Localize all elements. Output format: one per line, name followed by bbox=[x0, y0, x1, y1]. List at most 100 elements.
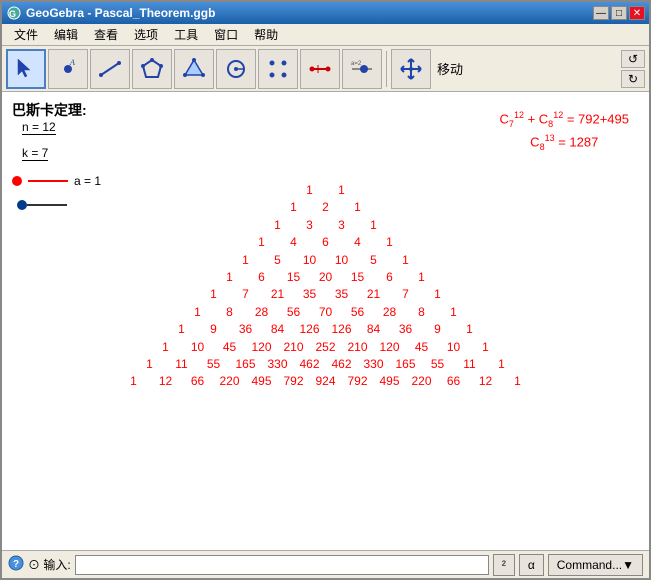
svg-text:?: ? bbox=[13, 559, 19, 570]
triangle-cell: 84 bbox=[262, 321, 294, 338]
triangle-cell: 70 bbox=[310, 304, 342, 321]
formula-line2: C813 = 1287 bbox=[500, 133, 629, 152]
minimize-button[interactable]: — bbox=[593, 6, 609, 20]
triangle-row: 15101051 bbox=[2, 252, 649, 269]
triangle-cell: 1 bbox=[486, 356, 518, 373]
tool-circle[interactable] bbox=[216, 49, 256, 89]
canvas[interactable]: 巴斯卡定理: n = 12 k = 7 a = 1 bbox=[2, 92, 649, 550]
triangle-cell: 28 bbox=[246, 304, 278, 321]
tool-line[interactable] bbox=[90, 49, 130, 89]
menubar: 文件 编辑 查看 选项 工具 窗口 帮助 bbox=[2, 24, 649, 46]
triangle-cell: 792 bbox=[342, 373, 374, 390]
triangle-cell: 1 bbox=[118, 373, 150, 390]
triangle-cell: 330 bbox=[358, 356, 390, 373]
triangle-cell: 1 bbox=[198, 286, 230, 303]
formula-line1: C712 + C812 = 792+495 bbox=[500, 110, 629, 129]
triangle-row: 121 bbox=[2, 199, 649, 216]
triangle-cell: 1 bbox=[374, 234, 406, 251]
triangle-cell: 3 bbox=[326, 217, 358, 234]
triangle-cell: 6 bbox=[246, 269, 278, 286]
triangle-cell: 84 bbox=[358, 321, 390, 338]
toolbar-separator bbox=[386, 51, 387, 87]
menu-window[interactable]: 窗口 bbox=[206, 24, 246, 45]
maximize-button[interactable]: □ bbox=[611, 6, 627, 20]
triangle-cell: 1 bbox=[502, 373, 534, 390]
menu-file[interactable]: 文件 bbox=[6, 24, 46, 45]
triangle-row: 1115516533046246233016555111 bbox=[2, 356, 649, 373]
undo-redo-area: ↺ ↻ bbox=[621, 50, 645, 88]
close-button[interactable]: ✕ bbox=[629, 6, 645, 20]
tool-triangle[interactable] bbox=[174, 49, 214, 89]
tool-slider[interactable]: a=2 bbox=[342, 49, 382, 89]
triangle-cell: 1 bbox=[454, 321, 486, 338]
triangle-cell: 8 bbox=[406, 304, 438, 321]
triangle-cell: 220 bbox=[214, 373, 246, 390]
main-area: 巴斯卡定理: n = 12 k = 7 a = 1 bbox=[2, 92, 649, 550]
triangle-cell: 4 bbox=[342, 234, 374, 251]
k-value: k = 7 bbox=[22, 146, 48, 161]
triangle-cell: 4 bbox=[278, 234, 310, 251]
triangle-cell: 210 bbox=[278, 339, 310, 356]
tool-point[interactable]: A bbox=[48, 49, 88, 89]
input-label: ⊙ 输入: bbox=[28, 556, 71, 573]
triangle-cell: 1 bbox=[438, 304, 470, 321]
triangle-cell: 126 bbox=[294, 321, 326, 338]
triangle-cell: 56 bbox=[278, 304, 310, 321]
triangle-cell: 56 bbox=[342, 304, 374, 321]
triangle-cell: 15 bbox=[278, 269, 310, 286]
command-input[interactable] bbox=[75, 555, 489, 575]
triangle-cell: 66 bbox=[438, 373, 470, 390]
menu-options[interactable]: 选项 bbox=[126, 24, 166, 45]
menu-view[interactable]: 查看 bbox=[86, 24, 126, 45]
triangle-cell: 120 bbox=[246, 339, 278, 356]
triangle-cell: 10 bbox=[182, 339, 214, 356]
triangle-cell: 330 bbox=[262, 356, 294, 373]
triangle-cell: 1 bbox=[278, 199, 310, 216]
tool-segment[interactable] bbox=[300, 49, 340, 89]
triangle-row: 1104512021025221012045101 bbox=[2, 339, 649, 356]
triangle-row: 172135352171 bbox=[2, 286, 649, 303]
triangle-cell: 1 bbox=[326, 182, 358, 199]
triangle-cell: 120 bbox=[374, 339, 406, 356]
window-controls: — □ ✕ bbox=[593, 6, 645, 20]
command-label: Command... bbox=[557, 558, 622, 572]
triangle-cell: 55 bbox=[422, 356, 454, 373]
tool-select[interactable] bbox=[6, 49, 46, 89]
superscript-button[interactable]: ² bbox=[493, 554, 515, 576]
triangle-cell: 15 bbox=[342, 269, 374, 286]
n-value: n = 12 bbox=[22, 120, 56, 135]
triangle-cell: 11 bbox=[454, 356, 486, 373]
triangle-cell: 1 bbox=[262, 217, 294, 234]
triangle-cell: 66 bbox=[182, 373, 214, 390]
triangle-cell: 9 bbox=[198, 321, 230, 338]
triangle-cell: 1 bbox=[294, 182, 326, 199]
triangle-cell: 2 bbox=[310, 199, 342, 216]
triangle-cell: 1 bbox=[390, 252, 422, 269]
move-label: 移动 bbox=[437, 59, 463, 78]
command-arrow: ▼ bbox=[622, 558, 634, 572]
triangle-cell: 1 bbox=[342, 199, 374, 216]
triangle-row: 1331 bbox=[2, 217, 649, 234]
triangle-cell: 10 bbox=[326, 252, 358, 269]
command-dropdown[interactable]: Command... ▼ bbox=[548, 554, 643, 576]
help-icon: ? bbox=[8, 555, 24, 574]
triangle-cell: 1 bbox=[134, 356, 166, 373]
redo-button[interactable]: ↻ bbox=[621, 70, 645, 88]
triangle-row: 1615201561 bbox=[2, 269, 649, 286]
triangle-cell: 9 bbox=[422, 321, 454, 338]
tool-move-view[interactable] bbox=[391, 49, 431, 89]
triangle-cell: 6 bbox=[374, 269, 406, 286]
tool-polygon[interactable] bbox=[132, 49, 172, 89]
triangle-cell: 1 bbox=[406, 269, 438, 286]
menu-edit[interactable]: 编辑 bbox=[46, 24, 86, 45]
menu-help[interactable]: 帮助 bbox=[246, 24, 286, 45]
triangle-cell: 462 bbox=[326, 356, 358, 373]
alpha-button[interactable]: α bbox=[519, 554, 544, 576]
triangle-cell: 45 bbox=[214, 339, 246, 356]
svg-text:G: G bbox=[9, 9, 16, 19]
menu-tools[interactable]: 工具 bbox=[166, 24, 206, 45]
triangle-cell: 1 bbox=[150, 339, 182, 356]
triangle-cell: 10 bbox=[294, 252, 326, 269]
undo-button[interactable]: ↺ bbox=[621, 50, 645, 68]
tool-points[interactable] bbox=[258, 49, 298, 89]
